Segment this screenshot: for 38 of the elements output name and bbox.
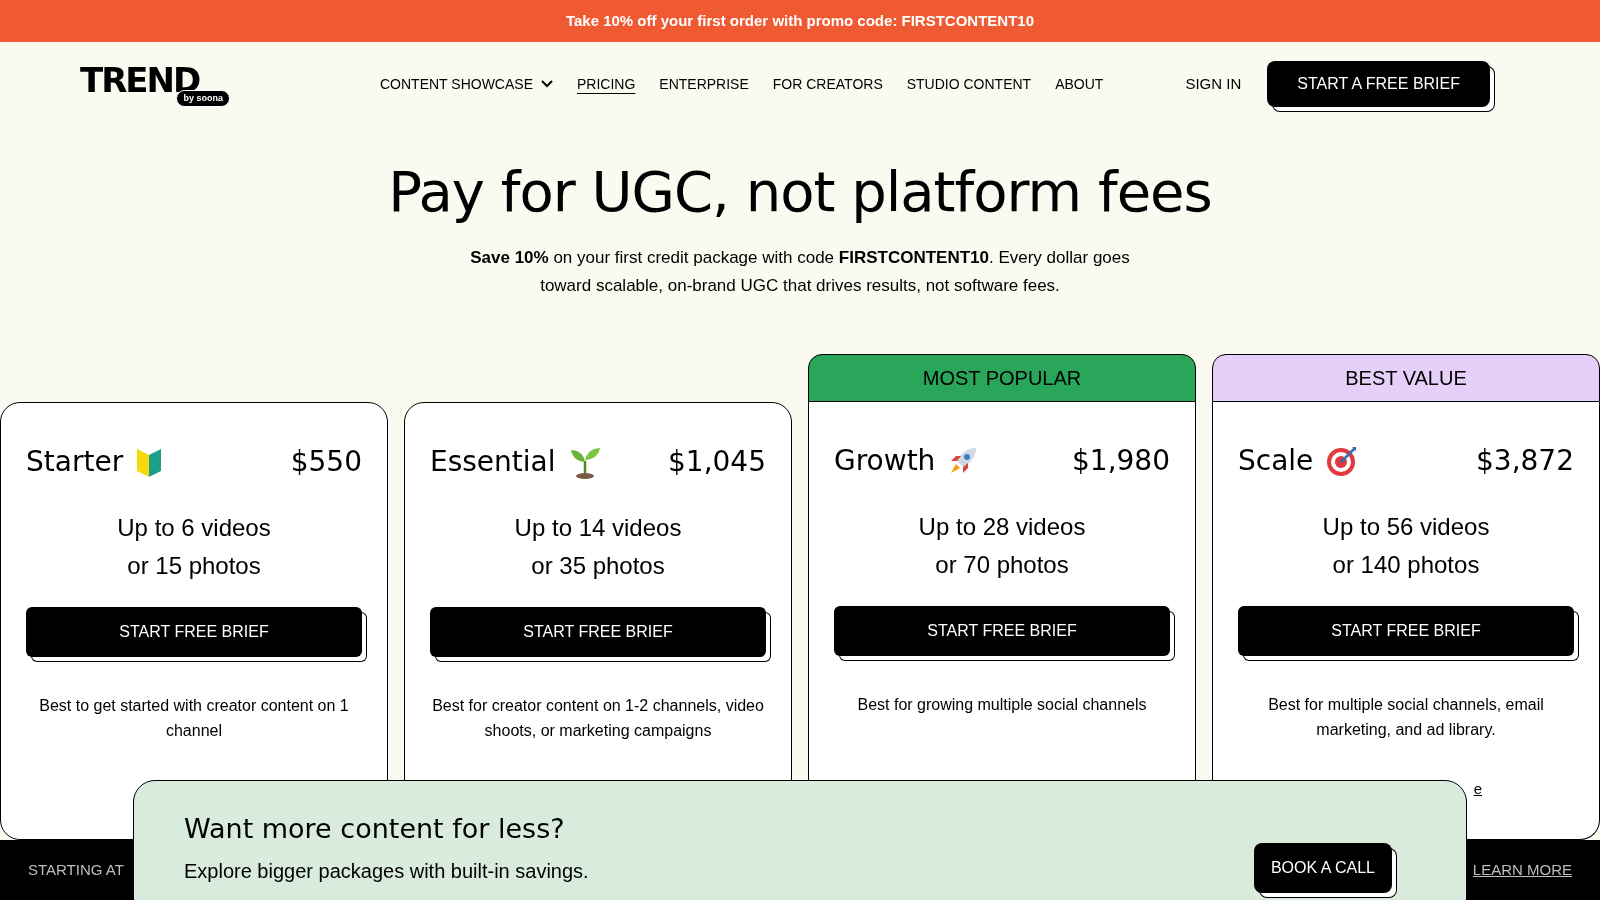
learn-more-link[interactable]: LEARN MORE [1472,858,1572,882]
banner-title: Want more content for less? [184,812,566,846]
plan-feature: Up to 6 videos [117,513,271,543]
plan-link[interactable]: e [1473,778,1482,801]
nav-link[interactable]: STUDIO CONTENT [906,73,1032,95]
plan-name: Starter [26,444,124,480]
nav-link[interactable]: ABOUT [1055,73,1104,95]
nav-link[interactable]: ENTERPRISE [659,73,749,95]
plan-feature: or 70 photos [935,550,1069,580]
logo[interactable]: TRENDby soona [80,61,230,107]
plan-feature: Up to 14 videos [514,513,682,543]
plan-name: Growth [834,443,936,479]
plan-badge: MOST POPULAR [808,354,1196,402]
nav-link[interactable]: CONTENT SHOWCASE [380,73,553,95]
nav-link[interactable]: FOR CREATORS [772,73,883,95]
plan-price: $1,045 [668,444,766,480]
plan-description: Best for creator content on 1-2 channels, video shoots, or marketing campaigns [431,696,765,741]
sign-in-link[interactable]: SIGN IN [1185,72,1242,96]
starting-at-label: STARTING AT [28,859,124,880]
plan-feature: or 140 photos [1332,550,1480,580]
plan-badge: BEST VALUE [1212,354,1600,402]
plan-description: Best for multiple social channels, email marketing, and ad library. [1267,695,1545,740]
plan-name: Scale [1238,443,1314,479]
banner-text: Explore bigger packages with built-in savings. [184,858,589,884]
plan-feature: Up to 28 videos [918,512,1086,542]
nav-link[interactable]: PRICING [577,73,636,95]
plan-price: $3,872 [1476,443,1574,479]
hero-subtitle: Save 10% on your first credit package with code FIRSTCONTENT10. Every dollar goes toward scalable, on-brand UGC that drives results, not software fees. [470,247,1130,297]
promo-bar: Take 10% off your first order with promo code: FIRSTCONTENT10 [0,0,1600,42]
plan-price: $550 [290,444,362,480]
plan-price: $1,980 [1072,443,1170,479]
plan-feature: or 15 photos [127,551,261,581]
plan-description: Best to get started with creator content on 1 channel [38,696,350,741]
plan-description: Best for growing multiple social channels [856,695,1148,715]
plan-name: Essential [430,444,556,480]
chevron-down-icon [541,80,553,88]
plan-feature: or 35 photos [531,551,665,581]
plan-feature: Up to 56 videos [1322,512,1490,542]
